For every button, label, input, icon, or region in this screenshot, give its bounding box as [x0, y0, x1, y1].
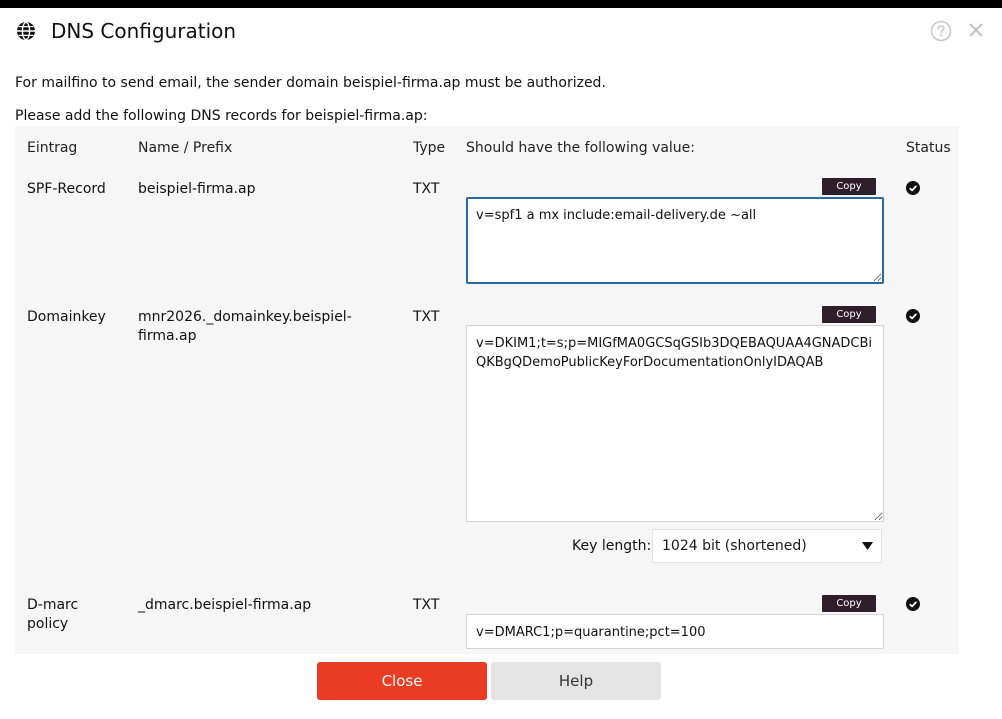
help-button[interactable]: Help	[491, 662, 661, 700]
instruction-text: Please add the following DNS records for…	[15, 108, 428, 124]
column-header-value: Should have the following value:	[466, 140, 695, 156]
dmarc-entry-label: D-marc policy	[27, 597, 79, 632]
dmarc-copy-button[interactable]: Copy	[822, 595, 876, 612]
spf-copy-button[interactable]: Copy	[822, 178, 876, 195]
help-icon[interactable]	[930, 20, 952, 42]
domainkey-value-textarea[interactable]: v=DKIM1;t=s;p=MIGfMA0GCSqGSIb3DQEBAQUAA4…	[466, 325, 884, 522]
dns-configuration-dialog: DNS Configuration For mailfino to send e…	[0, 8, 1002, 719]
column-header-entry: Eintrag	[27, 140, 78, 156]
domainkey-name: mnr2026._domainkey.beispiel-firma.ap	[138, 309, 352, 344]
column-header-status: Status	[906, 140, 951, 156]
domainkey-copy-button[interactable]: Copy	[822, 306, 876, 323]
key-length-select[interactable]: 1024 bit (shortened)	[652, 529, 882, 563]
check-circle-icon	[906, 597, 920, 611]
close-button[interactable]: Close	[317, 662, 487, 700]
check-circle-icon	[906, 181, 920, 195]
spf-name: beispiel-firma.ap	[138, 181, 256, 197]
spf-type: TXT	[413, 181, 440, 197]
spf-entry-label: SPF-Record	[27, 181, 106, 197]
close-icon[interactable]	[966, 20, 986, 40]
key-length-label: Key length:	[572, 538, 652, 554]
spf-value-textarea[interactable]: v=spf1 a mx include:email-delivery.de ~a…	[466, 197, 884, 284]
dmarc-name: _dmarc.beispiel-firma.ap	[138, 597, 312, 613]
column-header-type: Type	[413, 140, 446, 156]
domainkey-entry-label: Domainkey	[27, 309, 106, 325]
domainkey-type: TXT	[413, 309, 440, 325]
dialog-header: DNS Configuration	[0, 8, 1002, 54]
key-length-selected-value: 1024 bit (shortened)	[662, 538, 807, 554]
intro-text: For mailfino to send email, the sender d…	[15, 75, 606, 91]
globe-icon	[17, 21, 35, 41]
check-circle-icon	[906, 309, 920, 323]
dialog-title: DNS Configuration	[51, 19, 237, 43]
dropdown-arrow-icon	[862, 542, 873, 550]
dns-records-table: Eintrag Name / Prefix Type Should have t…	[15, 126, 959, 654]
column-header-name: Name / Prefix	[138, 140, 233, 156]
dmarc-type: TXT	[413, 597, 440, 613]
dmarc-value-input[interactable]: v=DMARC1;p=quarantine;pct=100	[466, 614, 884, 649]
